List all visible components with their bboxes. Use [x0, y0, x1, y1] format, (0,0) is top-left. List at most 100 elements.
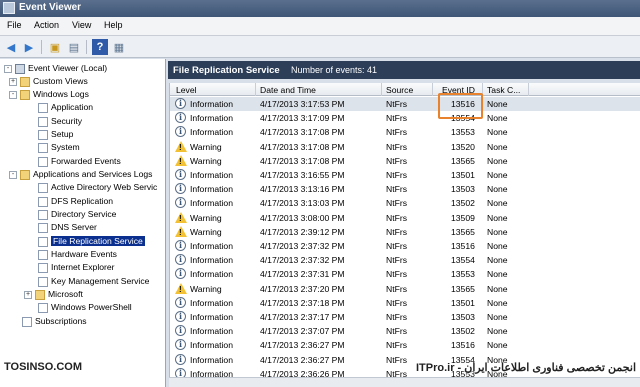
table-row[interactable]: i Information 4/17/2013 3:13:03 PM NtFrs 135…	[170, 196, 640, 210]
cell-source: NtFrs	[386, 198, 408, 209]
expand-icon[interactable]: +	[9, 77, 17, 86]
cell-event-id: 13554	[451, 255, 475, 266]
tree-item-dns-server[interactable]: DNS Server	[38, 221, 97, 234]
log-icon	[38, 209, 48, 220]
tree-item-key-management-service[interactable]: Key Management Service	[38, 275, 149, 288]
cell-date-and-time: 4/17/2013 3:17:09 PM	[260, 113, 345, 124]
cell-date-and-time: 4/17/2013 3:17:08 PM	[260, 127, 345, 138]
up-folder-icon[interactable]: ▣	[47, 39, 63, 55]
column-date-and-time[interactable]: Date and Time	[260, 85, 316, 95]
forward-arrow-icon[interactable]: ▶	[21, 39, 37, 55]
log-icon	[38, 182, 48, 193]
cell-level: Information	[190, 241, 233, 251]
information-icon: i	[175, 339, 186, 351]
cell-event-id: 13501	[451, 297, 475, 308]
column-separator[interactable]	[255, 83, 256, 96]
tree-item-system[interactable]: System	[38, 141, 80, 154]
table-row[interactable]: i Information 4/17/2013 2:36:27 PM NtFrs 135…	[170, 353, 640, 367]
tree-item-dfs-replication[interactable]: DFS Replication	[38, 195, 113, 208]
column-level[interactable]: Level	[176, 85, 197, 95]
menu-file[interactable]: File	[7, 20, 22, 30]
cell-level: Information	[190, 269, 233, 280]
log-icon	[38, 129, 48, 140]
horizontal-scrollbar[interactable]	[169, 377, 640, 387]
tree-item-directory-service[interactable]: Directory Service	[38, 208, 116, 221]
table-row[interactable]: i Information 4/17/2013 3:13:16 PM NtFrs 135…	[170, 182, 640, 196]
information-icon: i	[175, 296, 186, 308]
collapse-icon[interactable]: -	[4, 64, 12, 73]
help-icon[interactable]: ?	[92, 39, 108, 55]
column-separator[interactable]	[432, 83, 433, 96]
menu-help[interactable]: Help	[104, 20, 123, 30]
tree-item-forwarded-events[interactable]: Forwarded Events	[38, 155, 121, 168]
cell-level: Information	[190, 354, 233, 365]
cell-level: Warning	[190, 283, 222, 294]
cell-source: NtFrs	[386, 170, 408, 180]
table-row[interactable]: ! Warning 4/17/2013 2:37:20 PM NtFrs 13565 No…	[170, 282, 640, 296]
back-arrow-icon[interactable]: ◀	[3, 39, 19, 55]
table-row[interactable]: i Information 4/17/2013 3:17:09 PM NtFrs 135…	[170, 111, 640, 125]
folder-icon	[20, 169, 30, 180]
log-icon	[38, 276, 48, 287]
table-row[interactable]: i Information 4/17/2013 2:37:17 PM NtFrs 135…	[170, 310, 640, 324]
cell-source: NtFrs	[386, 226, 408, 237]
cell-task-category: None	[487, 241, 508, 251]
column-separator[interactable]	[381, 83, 382, 96]
cell-source: NtFrs	[386, 269, 408, 280]
tree-item-applications-and-services-logs[interactable]: - Applications and Services Logs	[9, 168, 152, 181]
tree-item-event-viewer-local[interactable]: - Event Viewer (Local)	[4, 62, 107, 75]
tree-item-windows-powershell[interactable]: Windows PowerShell	[38, 301, 132, 314]
cell-source: NtFrs	[386, 212, 408, 223]
column-task-category[interactable]: Task C...	[487, 85, 520, 95]
tree-item-microsoft[interactable]: + Microsoft	[24, 288, 83, 301]
table-row[interactable]: ! Warning 4/17/2013 2:39:12 PM NtFrs 13565 No…	[170, 225, 640, 239]
tree-item-active-directory-web-services[interactable]: Active Directory Web Servic	[38, 181, 157, 194]
table-row[interactable]: i Information 4/17/2013 2:37:32 PM NtFrs 135…	[170, 253, 640, 267]
tree-item-setup[interactable]: Setup	[38, 128, 73, 141]
table-row[interactable]: ! Warning 4/17/2013 3:08:00 PM NtFrs 13509 No…	[170, 211, 640, 225]
tree-item-application[interactable]: Application	[38, 101, 93, 114]
information-icon: i	[175, 183, 186, 195]
properties-icon[interactable]: ▦	[111, 39, 127, 55]
tree-item-internet-explorer[interactable]: Internet Explorer	[38, 261, 115, 274]
cell-date-and-time: 4/17/2013 3:17:08 PM	[260, 141, 345, 152]
cell-level: Warning	[190, 141, 222, 152]
table-row[interactable]: i Information 4/17/2013 2:37:07 PM NtFrs 135…	[170, 324, 640, 338]
cell-event-id: 13516	[451, 340, 475, 351]
tree-item-custom-views[interactable]: + Custom Views	[9, 75, 88, 88]
cell-date-and-time: 4/17/2013 3:13:03 PM	[260, 198, 345, 209]
show-hide-tree-icon[interactable]: ▤	[66, 39, 82, 55]
tree-item-hardware-events[interactable]: Hardware Events	[38, 248, 117, 261]
tree-item-file-replication-service[interactable]: File Replication Service	[38, 235, 145, 248]
cell-date-and-time: 4/17/2013 3:17:08 PM	[260, 155, 345, 166]
cell-source: NtFrs	[386, 354, 408, 365]
table-row[interactable]: i Information 4/17/2013 3:16:55 PM NtFrs 135…	[170, 168, 640, 182]
tree-item-security[interactable]: Security	[38, 115, 82, 128]
table-row[interactable]: ! Warning 4/17/2013 3:17:08 PM NtFrs 13565 No…	[170, 154, 640, 168]
cell-task-category: None	[487, 184, 508, 195]
tree-item-windows-logs[interactable]: - Windows Logs	[9, 88, 89, 101]
collapse-icon[interactable]: -	[9, 170, 17, 179]
window-title: Event Viewer	[19, 2, 82, 13]
table-row[interactable]: i Information 4/17/2013 2:37:31 PM NtFrs 135…	[170, 267, 640, 281]
menu-action[interactable]: Action	[34, 20, 59, 30]
column-source[interactable]: Source	[386, 85, 413, 95]
warning-icon: !	[175, 154, 187, 166]
cell-level: Information	[190, 340, 233, 351]
cell-task-category: None	[487, 113, 508, 124]
navigation-tree: - Event Viewer (Local) + Custom Views - Win…	[0, 59, 166, 387]
column-separator[interactable]	[528, 83, 529, 96]
table-row[interactable]: i Information 4/17/2013 3:17:53 PM NtFrs 135…	[170, 97, 640, 111]
table-row[interactable]: i Information 4/17/2013 2:36:27 PM NtFrs 135…	[170, 338, 640, 352]
cell-task-category: None	[487, 212, 508, 223]
table-row[interactable]: ! Warning 4/17/2013 3:17:08 PM NtFrs 13520 No…	[170, 140, 640, 154]
table-row[interactable]: i Information 4/17/2013 3:17:08 PM NtFrs 135…	[170, 125, 640, 139]
table-row[interactable]: i Information 4/17/2013 2:37:18 PM NtFrs 135…	[170, 296, 640, 310]
cell-task-category: None	[487, 99, 508, 109]
expand-icon[interactable]: +	[24, 290, 32, 299]
collapse-icon[interactable]: -	[9, 90, 17, 99]
menu-view[interactable]: View	[72, 20, 91, 30]
toolbar-separator	[41, 40, 42, 54]
table-row[interactable]: i Information 4/17/2013 2:37:32 PM NtFrs 135…	[170, 239, 640, 253]
tree-item-subscriptions[interactable]: Subscriptions	[22, 315, 87, 328]
